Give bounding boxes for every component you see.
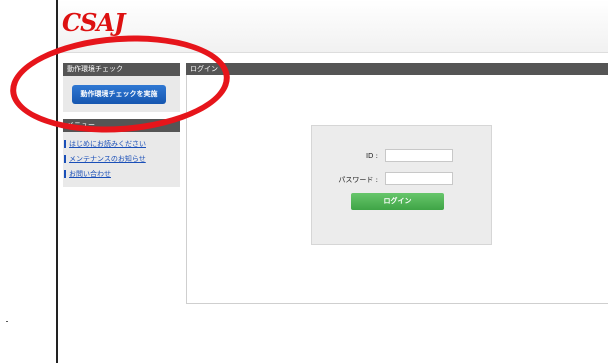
- menu-link-label: お問い合わせ: [69, 170, 111, 178]
- menu-link-contact[interactable]: お問い合わせ: [64, 169, 111, 179]
- bullet-marker: [64, 170, 66, 178]
- env-check-header: 動作環境チェック: [63, 63, 180, 76]
- bullet-marker: [64, 140, 66, 148]
- login-form-panel: [311, 125, 492, 245]
- site-header: [58, 0, 608, 53]
- bullet-marker: [64, 155, 66, 163]
- password-input[interactable]: [385, 172, 453, 185]
- site-logo[interactable]: CSAJ: [62, 8, 125, 37]
- login-button[interactable]: ログイン: [351, 193, 444, 210]
- stray-mark: [6, 321, 8, 322]
- menu-link-label: メンテナンスのお知らせ: [69, 155, 146, 163]
- menu-link-read-first[interactable]: はじめにお読みください: [64, 139, 146, 149]
- id-input[interactable]: [385, 149, 453, 162]
- menu-link-maintenance[interactable]: メンテナンスのお知らせ: [64, 154, 146, 164]
- menu-header: メニュー: [63, 119, 180, 132]
- password-label: パスワード :: [338, 176, 378, 184]
- id-label: ID :: [365, 152, 378, 160]
- menu-link-label: はじめにお読みください: [69, 140, 146, 148]
- run-env-check-button[interactable]: 動作環境チェックを実施: [72, 85, 166, 104]
